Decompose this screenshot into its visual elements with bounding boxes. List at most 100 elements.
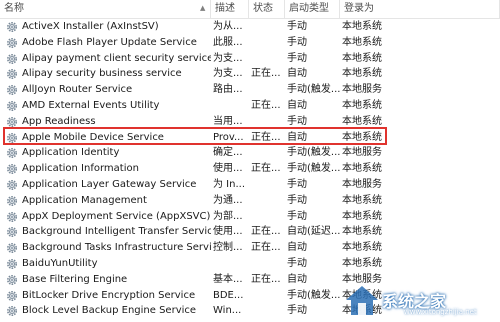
service-row[interactable]: Application Management 为通... 手动 本地系统 (0, 193, 500, 209)
service-status (251, 51, 285, 67)
service-row[interactable]: Application Information 使用... 正在... 手动(触发..… (0, 161, 500, 177)
service-name: Adobe Flash Player Update Service (22, 36, 197, 48)
service-row[interactable]: Background Tasks Infrastructure Service 控… (0, 240, 500, 256)
service-name: AMD External Events Utility (22, 99, 160, 111)
service-row[interactable]: ActiveX Installer (AxInstSV) 为从... 手动 本地系统 (0, 19, 500, 35)
column-header-description[interactable]: 描述 (211, 0, 249, 18)
service-startup-type: 自动 (287, 131, 307, 143)
service-logon-as: 本地系统 (342, 242, 382, 254)
service-description: 此服... (213, 36, 243, 48)
service-row[interactable]: Alipay security business service 为支... 正在.… (0, 66, 500, 82)
service-status: 正在... (251, 226, 281, 238)
service-row[interactable]: Application Identity 确定... 手动(触发... 本地服务 (0, 145, 500, 161)
service-description: 控制... (213, 242, 243, 254)
service-logon-as: 本地系统 (342, 257, 382, 269)
service-description: 为支... (213, 52, 243, 64)
service-description: 当用... (213, 115, 243, 127)
service-description: 使用... (213, 226, 243, 238)
service-status (251, 256, 285, 272)
service-startup-type: 手动 (287, 115, 307, 127)
service-row[interactable]: AMD External Events Utility 正在... 自动 本地系统 (0, 98, 500, 114)
service-gear-icon (7, 22, 17, 32)
service-status (251, 114, 285, 130)
service-gear-icon (7, 116, 17, 127)
service-name: AppX Deployment Service (AppXSVC) (22, 210, 211, 222)
service-startup-type: 手动 (287, 178, 307, 190)
service-logon-as: 本地服务 (342, 147, 382, 159)
service-status: 正在... (251, 131, 281, 143)
service-name: Application Information (22, 163, 139, 175)
service-status (251, 19, 285, 35)
service-startup-type: 自动 (287, 242, 307, 254)
service-gear-icon (7, 179, 17, 190)
service-status: 正在... (251, 242, 281, 254)
service-row[interactable]: AppX Deployment Service (AppXSVC) 为部... 手动… (0, 209, 500, 225)
watermark-url: www.xitongzhijia.net (404, 308, 477, 316)
service-gear-icon (7, 164, 17, 175)
column-header-name[interactable]: 名称 (0, 0, 211, 18)
service-row[interactable]: App Readiness 当用... 手动 本地系统 (0, 114, 500, 130)
service-status (251, 303, 285, 319)
service-startup-type: 手动 (287, 194, 307, 206)
service-row[interactable]: Application Layer Gateway Service 为 In...… (0, 177, 500, 193)
service-startup-type: 手动 (287, 210, 307, 222)
service-row[interactable]: Alipay payment client security service 为支… (0, 51, 500, 67)
service-status (251, 193, 285, 209)
service-name: Application Identity (22, 147, 120, 159)
service-row[interactable]: Apple Mobile Device Service Prov... 正在... 自… (0, 130, 500, 146)
service-name: Application Layer Gateway Service (22, 178, 197, 190)
service-row[interactable]: Background Intelligent Transfer Service 使… (0, 224, 500, 240)
service-status: 正在... (251, 163, 281, 175)
service-gear-icon (7, 243, 17, 254)
services-window: 名称 ▲ 描述 状态 启动类型 登录为 ActiveX Installer (A… (0, 0, 500, 322)
sort-ascending-icon: ▲ (200, 4, 206, 12)
service-startup-type: 手动 (287, 52, 307, 64)
service-name: ActiveX Installer (AxInstSV) (22, 21, 159, 32)
service-gear-icon (7, 132, 17, 143)
column-header-logon-as[interactable]: 登录为 (340, 0, 500, 18)
service-name: Block Level Backup Engine Service (22, 305, 197, 317)
service-gear-icon (7, 148, 17, 159)
service-logon-as: 本地服务 (342, 178, 382, 190)
service-startup-type: 手动 (287, 257, 307, 269)
service-status (251, 177, 285, 193)
service-description: 为通... (213, 194, 243, 206)
service-status: 正在... (251, 273, 281, 285)
service-startup-type: 自动 (287, 99, 307, 111)
service-startup-type: 自动 (287, 273, 307, 285)
service-name: AllJoyn Router Service (22, 84, 133, 96)
service-description: 基本... (213, 273, 243, 285)
service-status (251, 35, 285, 51)
service-description: 确定... (213, 147, 243, 159)
service-name: Apple Mobile Device Service (22, 131, 164, 143)
service-description: 为 In... (213, 178, 246, 190)
service-logon-as: 本地系统 (342, 210, 382, 222)
service-row[interactable]: AllJoyn Router Service 路由... 手动(触发... 本地服务 (0, 82, 500, 98)
service-gear-icon (7, 100, 17, 111)
service-description: BDE... (213, 289, 244, 301)
service-logon-as: 本地系统 (342, 52, 382, 64)
service-startup-type: 自动(延迟... (287, 226, 340, 238)
service-row[interactable]: BaiduYunUtility 手动 本地系统 (0, 256, 500, 272)
service-status (251, 209, 285, 225)
service-description (213, 256, 249, 272)
service-startup-type: 自动 (287, 68, 307, 80)
service-status (251, 82, 285, 98)
service-name: BaiduYunUtility (22, 257, 98, 269)
service-logon-as: 本地系统 (342, 115, 382, 127)
service-name: Application Management (22, 194, 147, 206)
service-name: Background Intelligent Transfer Service (22, 226, 211, 238)
service-gear-icon (7, 306, 17, 317)
service-status: 正在... (251, 99, 281, 111)
column-header-startup-type[interactable]: 启动类型 (285, 0, 340, 18)
service-list: ActiveX Installer (AxInstSV) 为从... 手动 本地系统 A… (0, 19, 500, 319)
service-name: Alipay security business service (22, 68, 182, 80)
service-gear-icon (7, 258, 17, 269)
column-header-status[interactable]: 状态 (249, 0, 285, 18)
service-logon-as: 本地系统 (342, 194, 382, 206)
service-logon-as: 本地系统 (342, 99, 382, 111)
service-row[interactable]: Adobe Flash Player Update Service 此服... 手动… (0, 35, 500, 51)
service-gear-icon (7, 37, 17, 48)
service-startup-type: 手动 (287, 36, 307, 48)
service-gear-icon (7, 211, 17, 222)
